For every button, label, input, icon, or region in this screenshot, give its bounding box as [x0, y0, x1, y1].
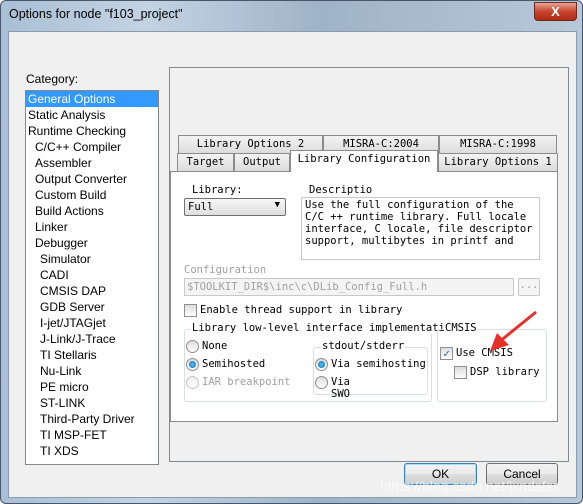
radio-via-semihosting[interactable]: [315, 358, 328, 371]
description-text: Use the full configuration of the C/C ++…: [301, 197, 540, 260]
tab-output[interactable]: Output: [234, 153, 290, 171]
low-level-label: Library low-level interface implementati…: [191, 322, 459, 334]
chevron-down-icon: ▼: [274, 200, 280, 210]
radio-via-swo[interactable]: [315, 376, 328, 389]
category-item[interactable]: Third-Party Driver: [26, 411, 158, 427]
category-item[interactable]: CMSIS DAP: [26, 283, 158, 299]
category-item[interactable]: TI Stellaris: [26, 347, 158, 363]
category-item[interactable]: Linker: [26, 219, 158, 235]
category-item[interactable]: Output Converter: [26, 171, 158, 187]
category-item[interactable]: Custom Build: [26, 187, 158, 203]
cmsis-label: CMSIS: [444, 322, 478, 334]
radio-iar-breakpoint[interactable]: [186, 376, 199, 389]
category-item[interactable]: CADI: [26, 267, 158, 283]
dsp-library-checkbox[interactable]: [454, 366, 467, 379]
configuration-input[interactable]: $TOOLKIT_DIR$\inc\c\DLib_Config_Full.h: [184, 278, 514, 296]
description-label: Descriptio: [309, 184, 373, 196]
radio-via-semihosting-label: Via semihosting: [331, 358, 426, 370]
category-item[interactable]: Static Analysis: [26, 107, 158, 123]
thread-support-label: Enable thread support in library: [200, 304, 403, 316]
tab-library-options-1[interactable]: Library Options 1: [438, 153, 558, 171]
dsp-library-label: DSP library: [470, 366, 540, 378]
use-cmsis-checkbox[interactable]: ✓: [440, 347, 453, 360]
stdout-label: stdout/stderr: [321, 340, 406, 352]
category-item[interactable]: Simulator: [26, 251, 158, 267]
window-title: Options for node "f103_project": [9, 7, 183, 21]
radio-via-swo-label: Via SWO: [331, 376, 350, 400]
thread-support-checkbox[interactable]: [184, 304, 197, 317]
radio-semihosted-label: Semihosted: [202, 358, 266, 370]
configuration-label: Configuration: [184, 264, 267, 276]
category-item[interactable]: TI XDS: [26, 443, 158, 459]
category-item[interactable]: TI MSP-FET: [26, 427, 158, 443]
category-item[interactable]: Nu-Link: [26, 363, 158, 379]
category-item[interactable]: Debugger: [26, 235, 158, 251]
close-button[interactable]: X: [534, 2, 577, 21]
category-item[interactable]: I-jet/JTAGjet: [26, 315, 158, 331]
radio-semihosted[interactable]: [186, 358, 199, 371]
radio-none[interactable]: [186, 340, 199, 353]
tab-target[interactable]: Target: [177, 153, 234, 171]
category-item[interactable]: General Options: [26, 91, 158, 107]
library-select[interactable]: Full ▼: [184, 198, 286, 216]
browse-button[interactable]: ...: [518, 278, 540, 296]
library-label: Library:: [192, 184, 243, 196]
library-value: Full: [188, 201, 214, 213]
category-item[interactable]: J-Link/J-Trace: [26, 331, 158, 347]
category-item[interactable]: PE micro: [26, 379, 158, 395]
radio-iar-breakpoint-label: IAR breakpoint: [202, 376, 291, 388]
category-item[interactable]: ST-LINK: [26, 395, 158, 411]
annotation-arrow-icon: [490, 310, 537, 351]
category-item[interactable]: Runtime Checking: [26, 123, 158, 139]
category-item[interactable]: GDB Server: [26, 299, 158, 315]
category-item[interactable]: C/C++ Compiler: [26, 139, 158, 155]
tab-misra-c-1998[interactable]: MISRA-C:1998: [439, 135, 557, 153]
category-item[interactable]: Build Actions: [26, 203, 158, 219]
category-label: Category:: [26, 72, 79, 86]
tab-library-configuration[interactable]: Library Configuration: [290, 150, 438, 172]
category-item[interactable]: Assembler: [26, 155, 158, 171]
radio-none-label: None: [202, 340, 228, 352]
watermark: https://blog.csdn.net/jxndsfss: [380, 478, 560, 494]
category-list[interactable]: General Options Static Analysis Runtime Ch…: [25, 90, 159, 465]
